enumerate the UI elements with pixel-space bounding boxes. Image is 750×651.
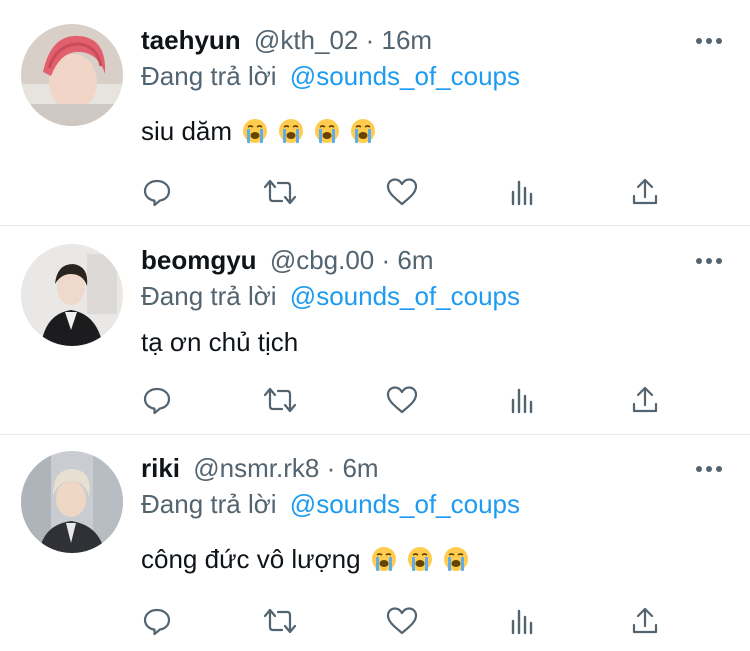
like-icon[interactable] bbox=[384, 174, 420, 210]
tweet-text-container: công đức vô lượng bbox=[141, 543, 469, 575]
tweet-actions bbox=[0, 174, 750, 210]
tweet-riki[interactable]: riki @nsmr.rk8 · 6m Đang trả lời @sounds… bbox=[0, 435, 750, 651]
tweet-text: siu dăm bbox=[141, 116, 233, 146]
mention-link[interactable]: @sounds_of_coups bbox=[290, 489, 520, 519]
replying-to-line: Đang trả lời @sounds_of_coups bbox=[141, 488, 520, 520]
tweet-text-container: tạ ơn chủ tịch bbox=[141, 326, 298, 358]
loudly-crying-face-icon bbox=[350, 118, 376, 144]
handle-time: @nsmr.rk8 · 6m bbox=[193, 453, 379, 483]
replying-to-label: Đang trả lời bbox=[141, 61, 277, 91]
avatar[interactable] bbox=[21, 24, 123, 126]
mention-link[interactable]: @sounds_of_coups bbox=[290, 61, 520, 91]
tweet-text: tạ ơn chủ tịch bbox=[141, 327, 299, 357]
like-icon[interactable] bbox=[384, 603, 420, 639]
tweet-header: beomgyu @cbg.00 · 6m bbox=[141, 244, 434, 276]
loudly-crying-face-icon bbox=[278, 118, 304, 144]
share-icon[interactable] bbox=[627, 382, 663, 418]
replying-to-line: Đang trả lời @sounds_of_coups bbox=[141, 60, 520, 92]
share-icon[interactable] bbox=[627, 174, 663, 210]
retweet-icon[interactable] bbox=[262, 174, 298, 210]
retweet-icon[interactable] bbox=[262, 382, 298, 418]
loudly-crying-face-icon bbox=[314, 118, 340, 144]
tweet-actions bbox=[0, 382, 750, 418]
avatar[interactable] bbox=[21, 451, 123, 553]
tweet-taehyun[interactable]: taehyun @kth_02 · 16m Đang trả lời @soun… bbox=[0, 0, 750, 225]
loudly-crying-face-icon bbox=[371, 546, 397, 572]
display-name[interactable]: taehyun bbox=[141, 25, 241, 55]
tweet-beomgyu[interactable]: beomgyu @cbg.00 · 6m Đang trả lời @sound… bbox=[0, 226, 750, 434]
display-name[interactable]: beomgyu bbox=[141, 245, 257, 275]
like-icon[interactable] bbox=[384, 382, 420, 418]
tweet-header: riki @nsmr.rk8 · 6m bbox=[141, 452, 379, 484]
replying-to-line: Đang trả lời @sounds_of_coups bbox=[141, 280, 520, 312]
analytics-icon[interactable] bbox=[505, 382, 541, 418]
retweet-icon[interactable] bbox=[262, 603, 298, 639]
display-name[interactable]: riki bbox=[141, 453, 180, 483]
loudly-crying-face-icon bbox=[242, 118, 268, 144]
more-options-icon[interactable] bbox=[693, 251, 725, 271]
mention-link[interactable]: @sounds_of_coups bbox=[290, 281, 520, 311]
more-options-icon[interactable] bbox=[693, 31, 725, 51]
avatar[interactable] bbox=[21, 244, 123, 346]
tweet-header: taehyun @kth_02 · 16m bbox=[141, 24, 432, 56]
replying-to-label: Đang trả lời bbox=[141, 281, 277, 311]
loudly-crying-face-icon bbox=[443, 546, 469, 572]
reply-icon[interactable] bbox=[139, 174, 175, 210]
reply-icon[interactable] bbox=[139, 603, 175, 639]
more-options-icon[interactable] bbox=[693, 459, 725, 479]
reply-icon[interactable] bbox=[139, 382, 175, 418]
analytics-icon[interactable] bbox=[505, 603, 541, 639]
replying-to-label: Đang trả lời bbox=[141, 489, 277, 519]
share-icon[interactable] bbox=[627, 603, 663, 639]
analytics-icon[interactable] bbox=[505, 174, 541, 210]
handle-time: @kth_02 · 16m bbox=[253, 25, 433, 55]
tweet-text-container: siu dăm bbox=[141, 115, 376, 147]
tweet-text: công đức vô lượng bbox=[141, 544, 361, 574]
tweet-actions bbox=[0, 603, 750, 639]
loudly-crying-face-icon bbox=[407, 546, 433, 572]
handle-time: @cbg.00 · 6m bbox=[269, 245, 434, 275]
